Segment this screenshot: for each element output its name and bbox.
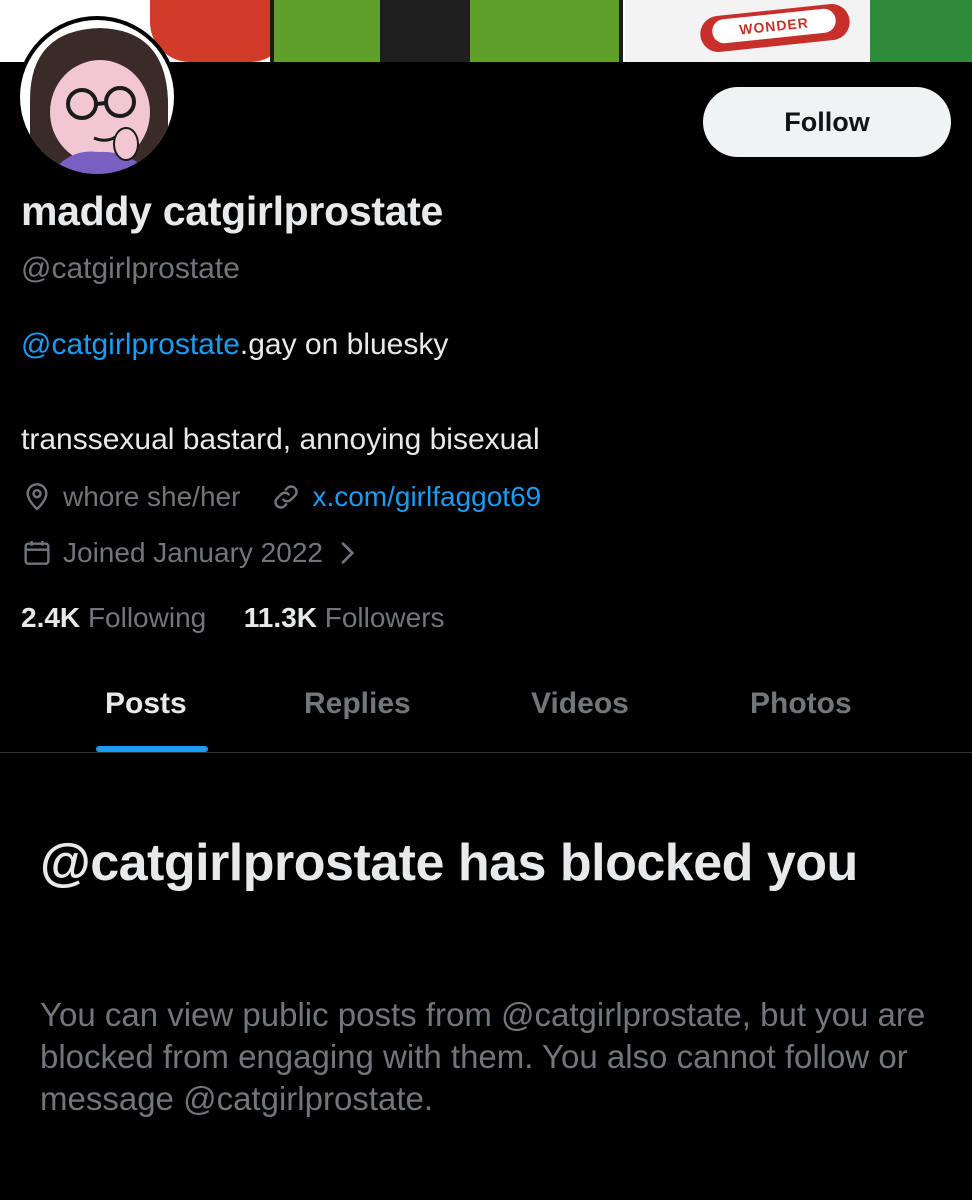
profile-tabs: Posts Replies Videos Photos: [0, 670, 972, 752]
banner-art-green-right: [870, 0, 972, 62]
profile-joined-date: Joined January 2022: [63, 537, 323, 568]
followers-stat[interactable]: 11.3K Followers: [244, 602, 445, 633]
profile-location: whore she/her: [63, 481, 241, 512]
link-icon: [270, 481, 302, 513]
profile-page: WONDER Follow maddy catgirlprostate @cat…: [0, 0, 972, 1200]
bio-mention-link[interactable]: @catgirlprostate: [21, 328, 240, 361]
profile-meta-row: whore she/her x.com/girlfaggot69: [21, 481, 541, 513]
avatar[interactable]: [16, 16, 178, 178]
avatar-illustration: [20, 20, 174, 174]
calendar-icon: [21, 537, 53, 569]
blocked-description: You can view public posts from @catgirlp…: [40, 996, 926, 1117]
location-pin-icon: [21, 481, 53, 513]
follow-button[interactable]: Follow: [703, 87, 951, 157]
tab-replies[interactable]: Replies: [304, 687, 411, 721]
profile-joined-row[interactable]: Joined January 2022: [21, 537, 363, 569]
tab-photos[interactable]: Photos: [750, 687, 852, 721]
chevron-right-icon[interactable]: [331, 537, 363, 569]
bio-line-1: @catgirlprostate.gay on bluesky: [21, 328, 448, 362]
display-name: maddy catgirlprostate: [21, 188, 444, 234]
bio-line-1-text: .gay on bluesky: [239, 328, 449, 361]
following-label: Following: [87, 602, 207, 633]
profile-stats: 2.4K Following 11.3K Followers: [21, 602, 445, 634]
followers-label: Followers: [324, 602, 445, 633]
bio-line-2: transsexual bastard, annoying bisexual: [21, 423, 540, 456]
followers-count: 11.3K: [243, 602, 317, 633]
tab-videos[interactable]: Videos: [531, 687, 629, 721]
tab-posts[interactable]: Posts: [105, 687, 187, 721]
blocked-title: @catgirlprostate has blocked you: [40, 834, 858, 892]
profile-handle: @catgirlprostate: [21, 252, 240, 285]
following-count: 2.4K: [21, 602, 81, 633]
banner-art-red-figure: [150, 0, 290, 62]
banner-art-dark-figure: [380, 0, 470, 62]
tabs-divider: [0, 752, 972, 753]
following-stat[interactable]: 2.4K Following: [21, 602, 206, 633]
profile-website-link[interactable]: x.com/girlfaggot69: [312, 481, 541, 513]
